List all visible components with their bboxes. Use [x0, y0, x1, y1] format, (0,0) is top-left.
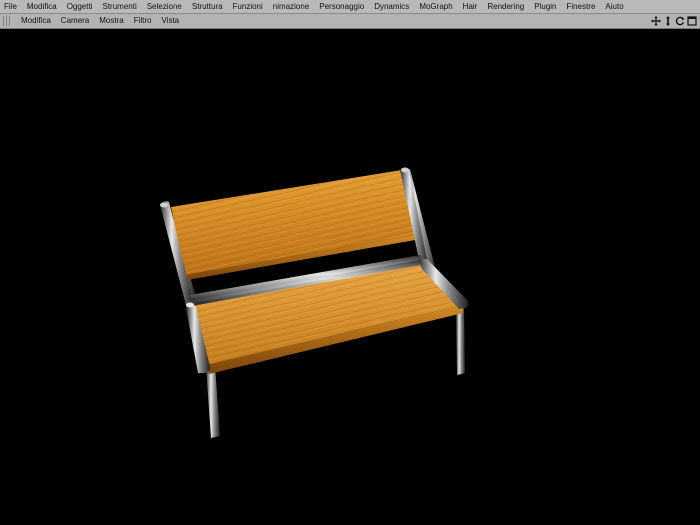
rotate-icon[interactable] [675, 16, 685, 26]
menu-aiuto[interactable]: Aiuto [600, 0, 628, 13]
menu-rendering[interactable]: Rendering [482, 0, 529, 13]
menu-mograph[interactable]: MoGraph [414, 0, 457, 13]
menu-file[interactable]: File [0, 0, 22, 13]
menu-selezione[interactable]: Selezione [142, 0, 187, 13]
cinema4d-window: File Modifica Oggetti Strumenti Selezion… [0, 0, 700, 525]
menu-plugin[interactable]: Plugin [529, 0, 561, 13]
drag-grip-icon[interactable] [3, 16, 12, 26]
move-icon[interactable] [651, 16, 661, 26]
menu-oggetti[interactable]: Oggetti [62, 0, 98, 13]
menu-animazione[interactable]: nimazione [268, 0, 314, 13]
viewport-menu-mostra[interactable]: Mostra [94, 14, 128, 28]
viewport-menu-filtro[interactable]: Filtro [129, 14, 157, 28]
menu-funzioni[interactable]: Funzioni [228, 0, 268, 13]
menu-dynamics[interactable]: Dynamics [369, 0, 414, 13]
zoom-icon[interactable] [663, 16, 673, 26]
viewport-menu-modifica[interactable]: Modifica [16, 14, 56, 28]
front-right-leg [456, 305, 465, 375]
menu-hair[interactable]: Hair [458, 0, 483, 13]
viewport-menu-vista[interactable]: Vista [156, 14, 184, 28]
3d-viewport[interactable] [0, 29, 700, 525]
menu-struttura[interactable]: Struttura [187, 0, 228, 13]
tube-cap [186, 302, 194, 308]
tube-cap [160, 202, 168, 208]
menu-strumenti[interactable]: Strumenti [97, 0, 141, 13]
main-menubar: File Modifica Oggetti Strumenti Selezion… [0, 0, 700, 14]
viewport-menubar: Modifica Camera Mostra Filtro Vista [0, 14, 700, 29]
tube-cap [401, 167, 409, 173]
menu-personaggio[interactable]: Personaggio [314, 0, 369, 13]
front-left-leg [206, 365, 220, 438]
menu-finestre[interactable]: Finestre [562, 0, 601, 13]
maximize-icon[interactable] [687, 16, 697, 26]
bench-render [160, 167, 469, 438]
viewport-menu-camera[interactable]: Camera [56, 14, 94, 28]
menu-modifica[interactable]: Modifica [22, 0, 62, 13]
viewport-navigation-controls [651, 14, 697, 28]
